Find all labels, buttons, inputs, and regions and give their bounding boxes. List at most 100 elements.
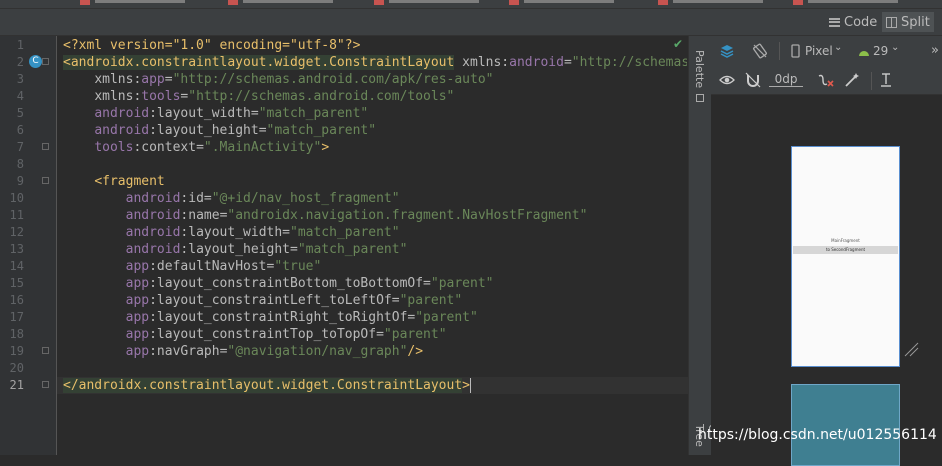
attr-value: "parent"	[383, 327, 447, 342]
file-tab[interactable]	[389, 0, 479, 3]
device-phone-icon	[791, 44, 800, 58]
api-level-select[interactable]: 29	[873, 44, 888, 58]
attr-namespace: app	[125, 276, 150, 291]
no-problems-check-icon[interactable]: ✔	[673, 37, 683, 51]
code-line-19: app:navGraph="@navigation/nav_graph"/>	[63, 343, 423, 360]
fold-toggle-icon[interactable]	[42, 177, 49, 184]
code-line-2: <androidx.constraintlayout.widget.Constr…	[63, 54, 687, 71]
blueprint-preview-screen[interactable]	[791, 384, 900, 466]
code-line-3: xmlns:app="http://schemas.android.com/ap…	[63, 71, 493, 88]
device-select[interactable]: Pixel	[805, 44, 833, 58]
guidelines-icon[interactable]	[879, 72, 893, 88]
line-number-current: 21	[9, 378, 24, 392]
magic-wand-icon[interactable]	[844, 72, 860, 88]
preview-button[interactable]: to SecondFragment	[793, 246, 898, 254]
split-view-icon	[886, 16, 897, 28]
attr-value: "true"	[274, 259, 322, 274]
orientation-icon[interactable]	[752, 43, 768, 59]
attr-value: "parent"	[415, 310, 478, 325]
editor-gutter[interactable]: 1 2 3 4 5 6 7 8 9 10 11 12 13 14 15 16 1…	[0, 36, 57, 455]
line-number: 11	[9, 208, 24, 222]
attr-namespace: app	[125, 327, 150, 342]
file-tab-icon[interactable]	[658, 0, 668, 5]
attr-namespace: app	[125, 259, 150, 274]
file-tab[interactable]	[95, 0, 185, 3]
attr-value: "match_parent"	[266, 123, 377, 138]
tag-close: >	[462, 378, 470, 393]
file-tab-icon[interactable]	[793, 0, 803, 5]
toolbar-divider	[779, 42, 780, 60]
equals: =	[290, 242, 298, 257]
attr-name: :id	[180, 191, 204, 206]
equals: =	[164, 72, 173, 87]
fold-toggle-icon[interactable]	[42, 381, 49, 388]
file-tab[interactable]	[524, 0, 614, 3]
attr-value: "http://schemas.android.com/tools"	[188, 89, 455, 104]
attr-name: :layout_width	[149, 106, 251, 121]
attr-prefix: xmlns:	[462, 55, 510, 70]
file-tab[interactable]	[673, 0, 763, 3]
line-number: 4	[16, 89, 24, 103]
file-tab-icon[interactable]	[80, 0, 90, 5]
attr-value: "@+id/nav_host_fragment"	[211, 191, 400, 206]
class-gutter-icon[interactable]: C	[29, 55, 42, 68]
file-tab-icon[interactable]	[374, 0, 384, 5]
code-line-16: app:layout_constraintLeft_toLeftOf="pare…	[63, 292, 463, 309]
magnet-icon[interactable]	[745, 72, 761, 88]
resize-handle-icon[interactable]	[903, 341, 919, 357]
code-view-icon	[829, 17, 840, 27]
watermark-text: https://blog.csdn.net/u012556114	[698, 427, 937, 443]
chevron-down-icon[interactable]: ⌄	[891, 42, 899, 53]
attr-namespace: app	[125, 344, 150, 359]
code-line-6: android:layout_height="match_parent"	[63, 122, 376, 139]
default-margin-field[interactable]: 0dp	[769, 72, 803, 87]
code-line-17: app:layout_constraintRight_toRightOf="pa…	[63, 309, 478, 326]
line-number: 19	[9, 344, 24, 358]
code-view-button[interactable]: Code	[829, 12, 877, 32]
eye-icon[interactable]	[719, 73, 735, 87]
design-preview-screen[interactable]: MainFragment to SecondFragment	[791, 146, 900, 367]
attr-name: :navGraph	[149, 344, 220, 359]
constraint-toolbar: 0dp	[711, 66, 942, 95]
palette-tab[interactable]: Palette	[693, 50, 706, 88]
file-tab-icon[interactable]	[228, 0, 238, 5]
code-line-21: </androidx.constraintlayout.widget.Const…	[63, 377, 471, 394]
file-tab[interactable]	[808, 0, 898, 3]
clear-constraints-icon[interactable]	[817, 72, 835, 88]
line-number: 18	[9, 327, 24, 341]
equals: =	[203, 191, 212, 206]
equals: =	[563, 55, 572, 70]
attr-name: :layout_constraintBottom_toBottomOf	[149, 276, 424, 291]
attr-name: android	[509, 55, 564, 70]
attr-namespace: app	[125, 293, 150, 308]
attr-prefix: xmlns:	[94, 72, 142, 87]
android-api-icon	[859, 51, 869, 56]
fold-toggle-icon[interactable]	[42, 58, 49, 65]
attr-value: "@navigation/nav_graph"	[227, 344, 408, 359]
fold-toggle-icon[interactable]	[42, 143, 49, 150]
attr-value: ".MainActivity"	[203, 140, 322, 155]
code-line-1: <?xml version="1.0" encoding="utf-8"?>	[63, 37, 360, 54]
attr-value: "match_parent"	[290, 225, 400, 240]
equals: =	[391, 293, 400, 308]
attr-namespace: app	[125, 310, 150, 325]
code-line-13: android:layout_height="match_parent"	[63, 241, 408, 258]
attr-value: "parent"	[399, 293, 463, 308]
code-line-11: android:name="androidx.navigation.fragme…	[63, 207, 588, 224]
xml-declaration: <?xml version="1.0" encoding="utf-8"?>	[63, 38, 361, 53]
line-number: 12	[9, 225, 24, 239]
fold-toggle-icon[interactable]	[42, 347, 49, 354]
attr-namespace: tools	[94, 140, 134, 155]
more-icon[interactable]: »	[931, 43, 939, 58]
file-tab-icon[interactable]	[509, 0, 519, 5]
code-area[interactable]: <?xml version="1.0" encoding="utf-8"?> <…	[63, 36, 687, 455]
layers-icon[interactable]	[719, 43, 735, 59]
file-tab[interactable]	[243, 0, 333, 3]
code-editor[interactable]: 1 2 3 4 5 6 7 8 9 10 11 12 13 14 15 16 1…	[0, 36, 688, 455]
attr-name: :layout_constraintTop_toTopOf	[149, 327, 377, 342]
root-tag-close: </androidx.constraintlayout.widget.Const…	[63, 378, 463, 393]
attr-name: :defaultNavHost	[149, 259, 267, 274]
equals: =	[258, 123, 267, 138]
chevron-down-icon[interactable]: ⌄	[834, 42, 842, 53]
split-view-button[interactable]: Split	[882, 12, 934, 32]
